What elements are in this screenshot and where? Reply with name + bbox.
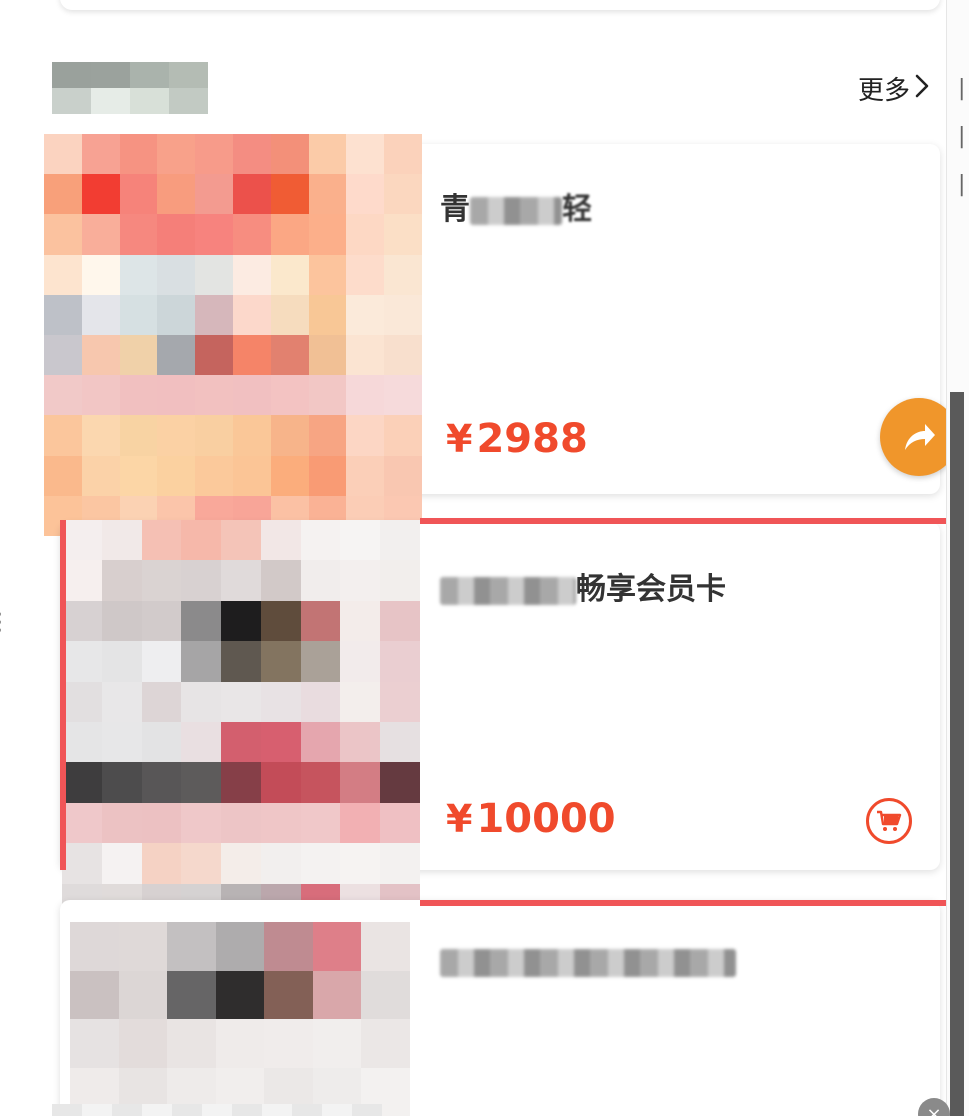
edge-glyph: | [958,124,966,149]
highlight-border-left [60,520,66,870]
add-to-cart-button[interactable] [866,798,912,844]
product-price: ¥10000 [446,796,616,842]
share-arrow-icon [905,424,935,450]
chevron-right-icon [914,73,930,104]
scrollbar[interactable] [950,392,964,1116]
product-thumbnail[interactable] [62,520,420,924]
more-label: 更多 [858,75,911,106]
section-title-pixelated [52,62,208,114]
product-title: 畅享会员卡 [440,564,726,608]
product-thumbnail[interactable] [70,922,410,1116]
more-link[interactable]: 更多 [858,70,930,106]
product-title: 青轻 [440,192,592,227]
highlight-border-top [420,518,969,524]
previous-card [60,0,940,10]
product-price: ¥2988 [446,416,588,462]
app-screen: 更多 青轻 ¥2988 畅享会员卡 ¥ 10000 | | | × [0,0,969,1116]
product-title [440,944,736,979]
cart-icon [877,810,902,831]
edge-glyph: | [958,172,966,197]
highlight-border-bottom [420,900,969,906]
next-section-pixelated [52,1104,382,1116]
drag-handle-icon[interactable]: ··· [0,605,3,643]
edge-glyph: | [958,76,966,101]
product-thumbnail[interactable] [44,134,422,536]
